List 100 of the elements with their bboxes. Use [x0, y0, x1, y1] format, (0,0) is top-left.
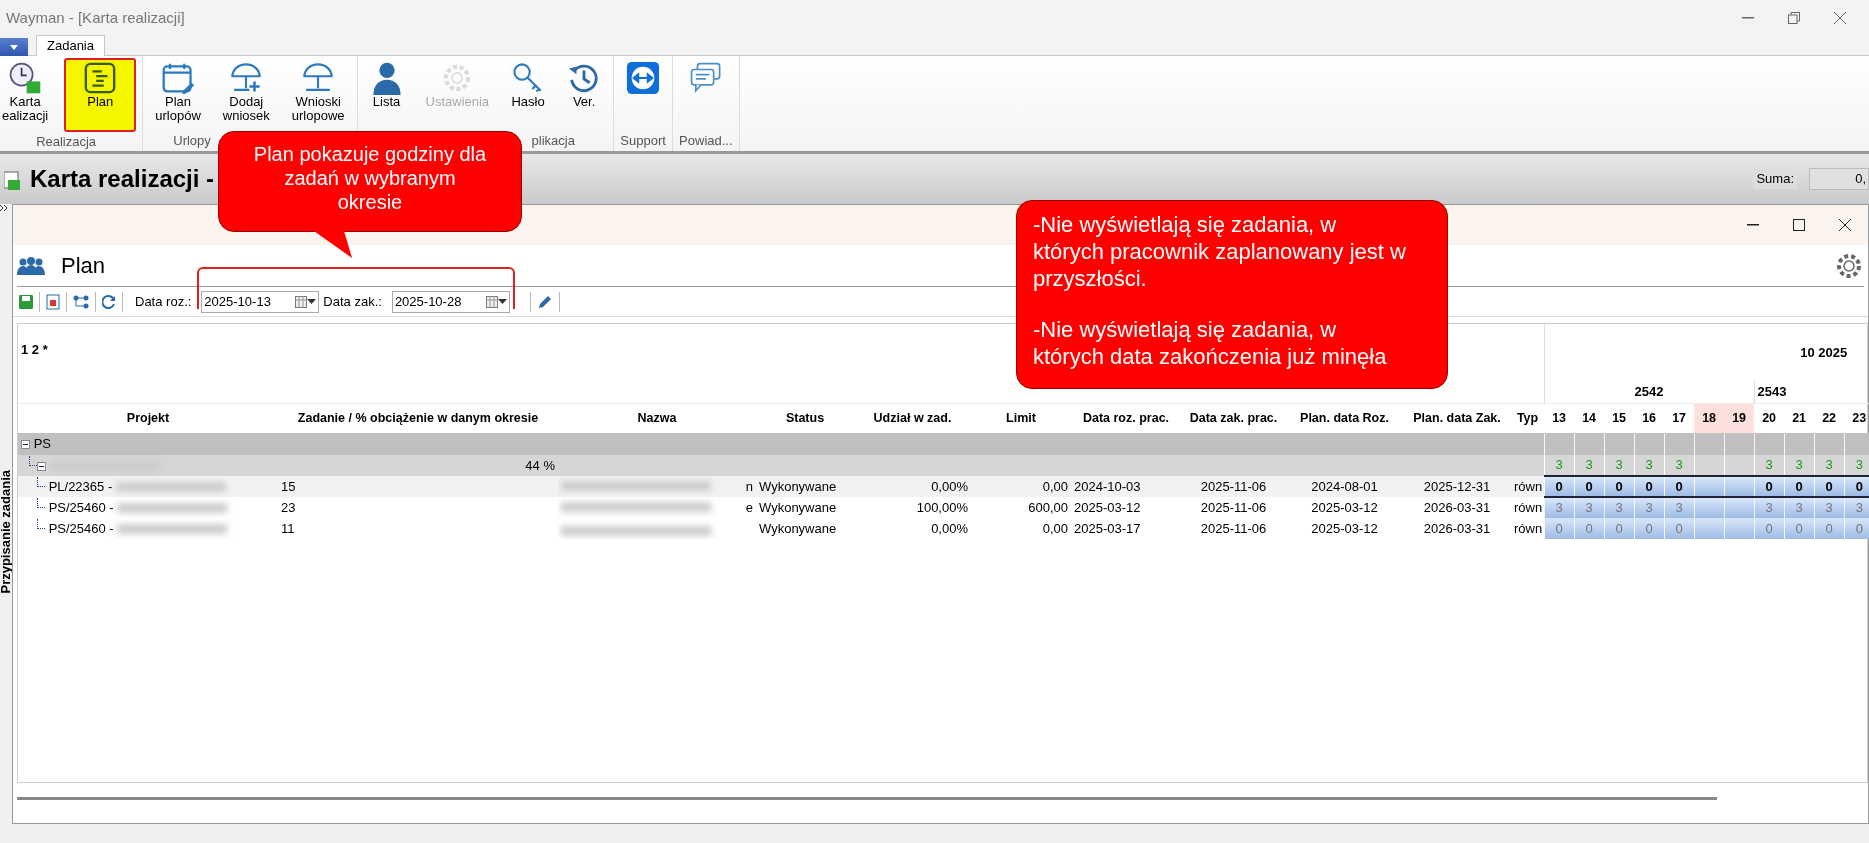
hours-value: 3 [1615, 500, 1623, 516]
table-cell: Wykonywane [759, 478, 837, 494]
group-label: Urlopy [173, 132, 211, 151]
hours-value: 0 [1795, 478, 1803, 494]
table-cell: równ [1514, 478, 1543, 494]
hours-value: 3 [1765, 457, 1773, 472]
field-label: Data zak.: [323, 292, 382, 311]
hours-value: 0 [1615, 520, 1623, 536]
table-cell: 0,00 [1042, 478, 1068, 494]
table-cell: Wykonywane [759, 499, 837, 515]
week-header: 2543 [1757, 384, 1787, 399]
hours-value: 3 [1585, 457, 1593, 472]
hours-value: 3 [1795, 500, 1803, 516]
field-label: Data roz.: [135, 292, 192, 311]
ribbon-button[interactable]: Wnioski urlopowe [285, 58, 351, 126]
hours-value: 3 [1555, 457, 1563, 472]
date-field[interactable]: 2025-10-13 [201, 290, 320, 313]
ribbon-button[interactable]: Ver. [561, 58, 608, 112]
hours-value: 3 [1645, 500, 1653, 516]
group-label: plikacja [531, 132, 575, 151]
table-cell: 2025-12-31 [1423, 478, 1491, 494]
group-name: PS [33, 436, 51, 452]
table-cell: równ [1514, 520, 1543, 536]
hours-value: 0 [1795, 520, 1803, 536]
ribbon-button[interactable]: Dodaj wniosek [216, 58, 276, 126]
table-cell: 2025-03-12 [1311, 520, 1378, 536]
date-field[interactable]: 2025-10-28 [391, 290, 510, 313]
hours-value: 0 [1765, 520, 1773, 536]
table-cell: PL/22365 - [48, 478, 113, 494]
level-selector[interactable]: 1 2 * [21, 342, 48, 357]
day-header: 18 [1694, 403, 1725, 433]
ribbon-button[interactable]: Hasło [505, 58, 552, 112]
callout: -Nie wyświetlają się zadania, w których pracownik zaplanowany jest w przyszłości. -Nie wyświetlają się zadania, w których data zakończenia już minęła [1016, 200, 1448, 389]
table-cell: 2025-11-06 [1200, 499, 1267, 515]
hours-value: 3 [1825, 457, 1833, 472]
hours-value: 3 [1675, 457, 1683, 472]
table-cell: równ [1514, 499, 1543, 515]
table-cell: 11 [281, 520, 295, 536]
hours-value: 0 [1675, 478, 1683, 494]
table-cell: 600,00 [1028, 499, 1068, 515]
hours-value: 0 [1585, 520, 1593, 536]
table-cell: 15 [281, 478, 296, 494]
table-cell: 2026-03-31 [1423, 499, 1491, 515]
hours-value: 0 [1825, 478, 1833, 494]
table-cell: 2025-11-06 [1200, 520, 1267, 536]
hours-value: 3 [1795, 457, 1803, 472]
month-header: 10 2025 [1800, 344, 1848, 360]
table-row[interactable]: PS/25460 - 23 e Wykonywane 100,00% 600,00 2025-03-12 2025-11-06 2025-03-12 2026-03-31 równ 3 3 3 3 3 3 3 3 3 [18, 497, 1869, 518]
table-cell: n [745, 478, 753, 494]
table-cell: 0,00% [931, 478, 968, 494]
ribbon-button[interactable]: Karta ealizacji [0, 58, 55, 126]
hours-value: 3 [1645, 457, 1653, 472]
table-cell: 23 [281, 499, 296, 515]
table-cell: 2026-03-31 [1423, 520, 1491, 536]
ribbon-button[interactable]: Plan [64, 58, 137, 132]
week-header: 2542 [1634, 384, 1664, 399]
hours-value: 3 [1855, 500, 1863, 516]
hours-value: 0 [1675, 520, 1683, 536]
hours-value: 3 [1585, 500, 1593, 516]
hours-value: 0 [1645, 478, 1653, 494]
hours-value: 0 [1555, 478, 1563, 494]
hours-value: 3 [1765, 500, 1773, 516]
hours-value: 0 [1615, 478, 1623, 494]
table-cell: 2024-10-03 [1074, 478, 1141, 494]
hours-value: 0 [1765, 478, 1773, 494]
ribbon-tab[interactable]: Zadania [36, 35, 105, 56]
hours-value: 0 [1645, 520, 1653, 536]
hours-value: 3 [1615, 457, 1623, 472]
hours-value: 0 [1825, 520, 1833, 536]
group-label: Realizacja [36, 133, 97, 151]
table-cell: 2024-08-01 [1311, 478, 1378, 494]
table-cell: 2025-03-12 [1311, 499, 1378, 515]
table-cell: 0,00 [1042, 520, 1068, 536]
ribbon-button[interactable]: Plan urlopów [149, 58, 207, 126]
table-cell: 100,00% [916, 499, 968, 515]
window-title: Wayman - [Karta realizacji] [6, 7, 186, 28]
table-cell: e [745, 499, 753, 515]
table-cell: PS/25460 - [48, 499, 114, 515]
table-cell: 2025-03-17 [1074, 520, 1141, 536]
hours-value: 0 [1855, 478, 1863, 494]
sum-field: 0, [1809, 168, 1869, 190]
table-cell: Wykonywane [759, 520, 837, 536]
day-header: 19 [1724, 403, 1755, 433]
hours-value: 0 [1855, 520, 1863, 536]
hours-value: 0 [1585, 478, 1593, 494]
table-row[interactable]: PS/25460 - 11 Wykonywane 0,00% 0,00 2025-03-17 2025-11-06 2025-03-12 2026-03-31 równ 0 0 0 0 0 0 0 0 0 [18, 518, 1869, 539]
hours-value: 0 [1555, 520, 1563, 536]
callout: Plan pokazuje godziny dla zadań w wybranym okresie [218, 131, 522, 232]
group-label: Powiad... [679, 132, 733, 151]
table-cell: 2025-03-12 [1074, 499, 1141, 515]
ribbon-button[interactable]: Lista [363, 58, 410, 112]
window-title: Plan [61, 252, 106, 280]
hours-value: 3 [1555, 500, 1563, 516]
group-label: Support [620, 132, 666, 151]
table-cell: 0,00% [931, 520, 968, 536]
hours-value: 3 [1855, 457, 1863, 472]
table-row[interactable]: PL/22365 - 15 n Wykonywane 0,00% 0,00 2024-10-03 2025-11-06 2024-08-01 2025-12-31 równ 0 0 0 0 0 0 0 0 0 [18, 475, 1869, 497]
load-value: 44 % [525, 457, 555, 473]
table-cell: PS/25460 - [48, 520, 114, 536]
hours-value: 3 [1825, 500, 1833, 516]
